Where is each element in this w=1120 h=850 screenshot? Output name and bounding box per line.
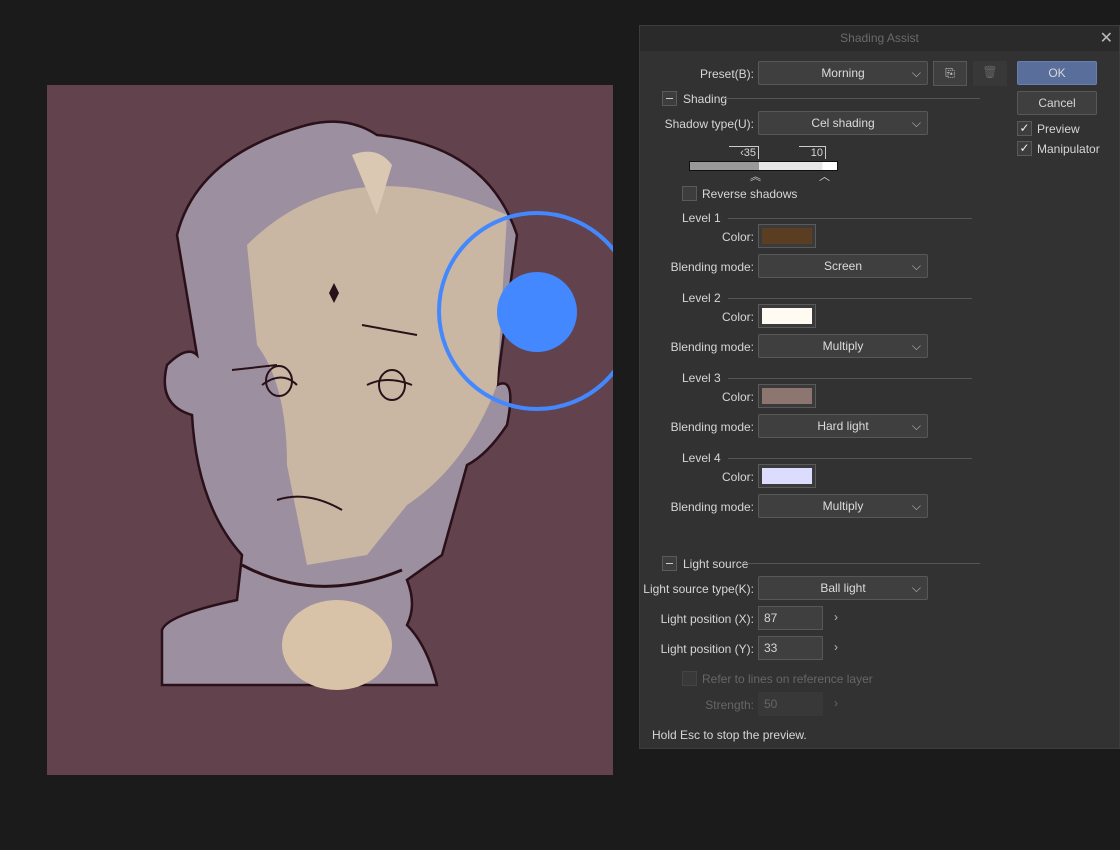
level-2-blend-dropdown[interactable]: Multiply ⌵ xyxy=(758,334,928,358)
canvas-artwork[interactable] xyxy=(47,85,613,775)
level-2-title: Level 2 xyxy=(682,291,721,305)
light-x-label: Light position (X): xyxy=(660,612,754,626)
chevron-right-icon[interactable]: › xyxy=(834,640,838,654)
level-1-title: Level 1 xyxy=(682,211,721,225)
close-icon[interactable]: ✕ xyxy=(1100,26,1113,51)
level-3-blend-label: Blending mode: xyxy=(670,420,754,434)
level-3-color-swatch[interactable] xyxy=(758,384,816,408)
blend-value: Screen xyxy=(823,259,863,273)
shadow-type-dropdown[interactable]: Cel shading ⌵ xyxy=(758,111,928,135)
chevron-down-icon: ⌵ xyxy=(911,581,921,595)
portrait-illustration xyxy=(160,120,613,690)
shadow-type-label: Shadow type(U): xyxy=(664,117,754,131)
light-manipulator-handle xyxy=(497,272,577,352)
divider xyxy=(742,563,980,564)
shading-section-title: Shading xyxy=(683,91,728,106)
slider-value-b: 10 xyxy=(799,146,826,159)
level-2-color-swatch[interactable] xyxy=(758,304,816,328)
level-3-title: Level 3 xyxy=(682,371,721,385)
light-type-value: Ball light xyxy=(820,581,866,595)
chevron-down-icon: ⌵ xyxy=(911,339,921,353)
blend-value: Hard light xyxy=(817,419,869,433)
preview-checkbox[interactable]: ✓ Preview xyxy=(1017,121,1080,136)
preview-label: Preview xyxy=(1037,121,1080,136)
cancel-button[interactable]: Cancel xyxy=(1017,91,1097,115)
refer-lines-label: Refer to lines on reference layer xyxy=(702,671,873,686)
level-3-color-label: Color: xyxy=(721,390,754,404)
chevron-down-icon: ⌵ xyxy=(911,116,921,130)
divider xyxy=(722,98,980,99)
light-type-dropdown[interactable]: Ball light ⌵ xyxy=(758,576,928,600)
dialog-title: Shading Assist xyxy=(640,26,1119,51)
shading-section-toggle[interactable]: Shading xyxy=(662,91,727,106)
divider xyxy=(728,378,972,379)
delete-preset-icon[interactable]: 🗑 xyxy=(973,61,1007,86)
level-4-title: Level 4 xyxy=(682,451,721,465)
chevron-right-icon[interactable]: › xyxy=(834,696,838,710)
strength-input[interactable]: 50 xyxy=(758,692,823,716)
slider-handle-b-icon[interactable]: ︿ xyxy=(819,168,830,184)
chevron-down-icon: ⌵ xyxy=(911,419,921,433)
chevron-down-icon: ⌵ xyxy=(911,499,921,513)
level-1-color-label: Color: xyxy=(721,230,754,244)
color-fill xyxy=(762,228,812,244)
level-2-blend-label: Blending mode: xyxy=(670,340,754,354)
shading-assist-dialog: Shading Assist ✕ Preset(B): Morning ⌵ ⎘ 🗑… xyxy=(639,25,1120,749)
preset-dropdown[interactable]: Morning ⌵ xyxy=(758,61,928,85)
divider xyxy=(728,298,972,299)
refer-lines-checkbox[interactable]: Refer to lines on reference layer xyxy=(682,671,873,686)
level-4-color-label: Color: xyxy=(721,470,754,484)
preset-value: Morning xyxy=(821,66,865,80)
level-2-color-label: Color: xyxy=(721,310,754,324)
chevron-down-icon: ⌵ xyxy=(911,66,921,80)
ok-button[interactable]: OK xyxy=(1017,61,1097,85)
check-icon: ✓ xyxy=(1017,121,1032,136)
preset-label: Preset(B): xyxy=(699,67,754,81)
light-type-label: Light source type(K): xyxy=(643,582,754,596)
level-1-blend-dropdown[interactable]: Screen ⌵ xyxy=(758,254,928,278)
checkbox-box xyxy=(682,671,697,686)
add-preset-icon[interactable]: ⎘ xyxy=(933,61,967,86)
shadow-type-value: Cel shading xyxy=(811,116,875,130)
manipulator-label: Manipulator xyxy=(1037,141,1100,156)
divider xyxy=(728,218,972,219)
level-1-blend-label: Blending mode: xyxy=(670,260,754,274)
check-icon: ✓ xyxy=(1017,141,1032,156)
slider-value-a: ‹35 xyxy=(729,146,759,159)
collapse-icon xyxy=(662,556,677,571)
light-y-input[interactable]: 33 xyxy=(758,636,823,660)
light-section-title: Light source xyxy=(683,556,749,571)
blend-value: Multiply xyxy=(822,339,864,353)
level-4-blend-label: Blending mode: xyxy=(670,500,754,514)
checkbox-box xyxy=(682,186,697,201)
level-1-color-swatch[interactable] xyxy=(758,224,816,248)
manipulator-checkbox[interactable]: ✓ Manipulator xyxy=(1017,141,1100,156)
collapse-icon xyxy=(662,91,677,106)
light-x-input[interactable]: 87 xyxy=(758,606,823,630)
light-y-label: Light position (Y): xyxy=(660,642,754,656)
reverse-shadows-label: Reverse shadows xyxy=(702,186,798,201)
reverse-shadows-checkbox[interactable]: Reverse shadows xyxy=(682,186,797,201)
light-section-toggle[interactable]: Light source xyxy=(662,556,748,571)
color-fill xyxy=(762,468,812,484)
slider-handle-a-icon[interactable]: ︽ xyxy=(750,168,761,184)
level-3-blend-dropdown[interactable]: Hard light ⌵ xyxy=(758,414,928,438)
strength-label: Strength: xyxy=(705,698,754,712)
color-fill xyxy=(762,308,812,324)
color-fill xyxy=(762,388,812,404)
level-4-color-swatch[interactable] xyxy=(758,464,816,488)
blend-value: Multiply xyxy=(822,499,864,513)
level-4-blend-dropdown[interactable]: Multiply ⌵ xyxy=(758,494,928,518)
footer-hint: Hold Esc to stop the preview. xyxy=(652,728,807,742)
chevron-right-icon[interactable]: › xyxy=(834,610,838,624)
shadow-level-slider[interactable] xyxy=(689,161,838,171)
divider xyxy=(728,458,972,459)
chevron-down-icon: ⌵ xyxy=(911,259,921,273)
